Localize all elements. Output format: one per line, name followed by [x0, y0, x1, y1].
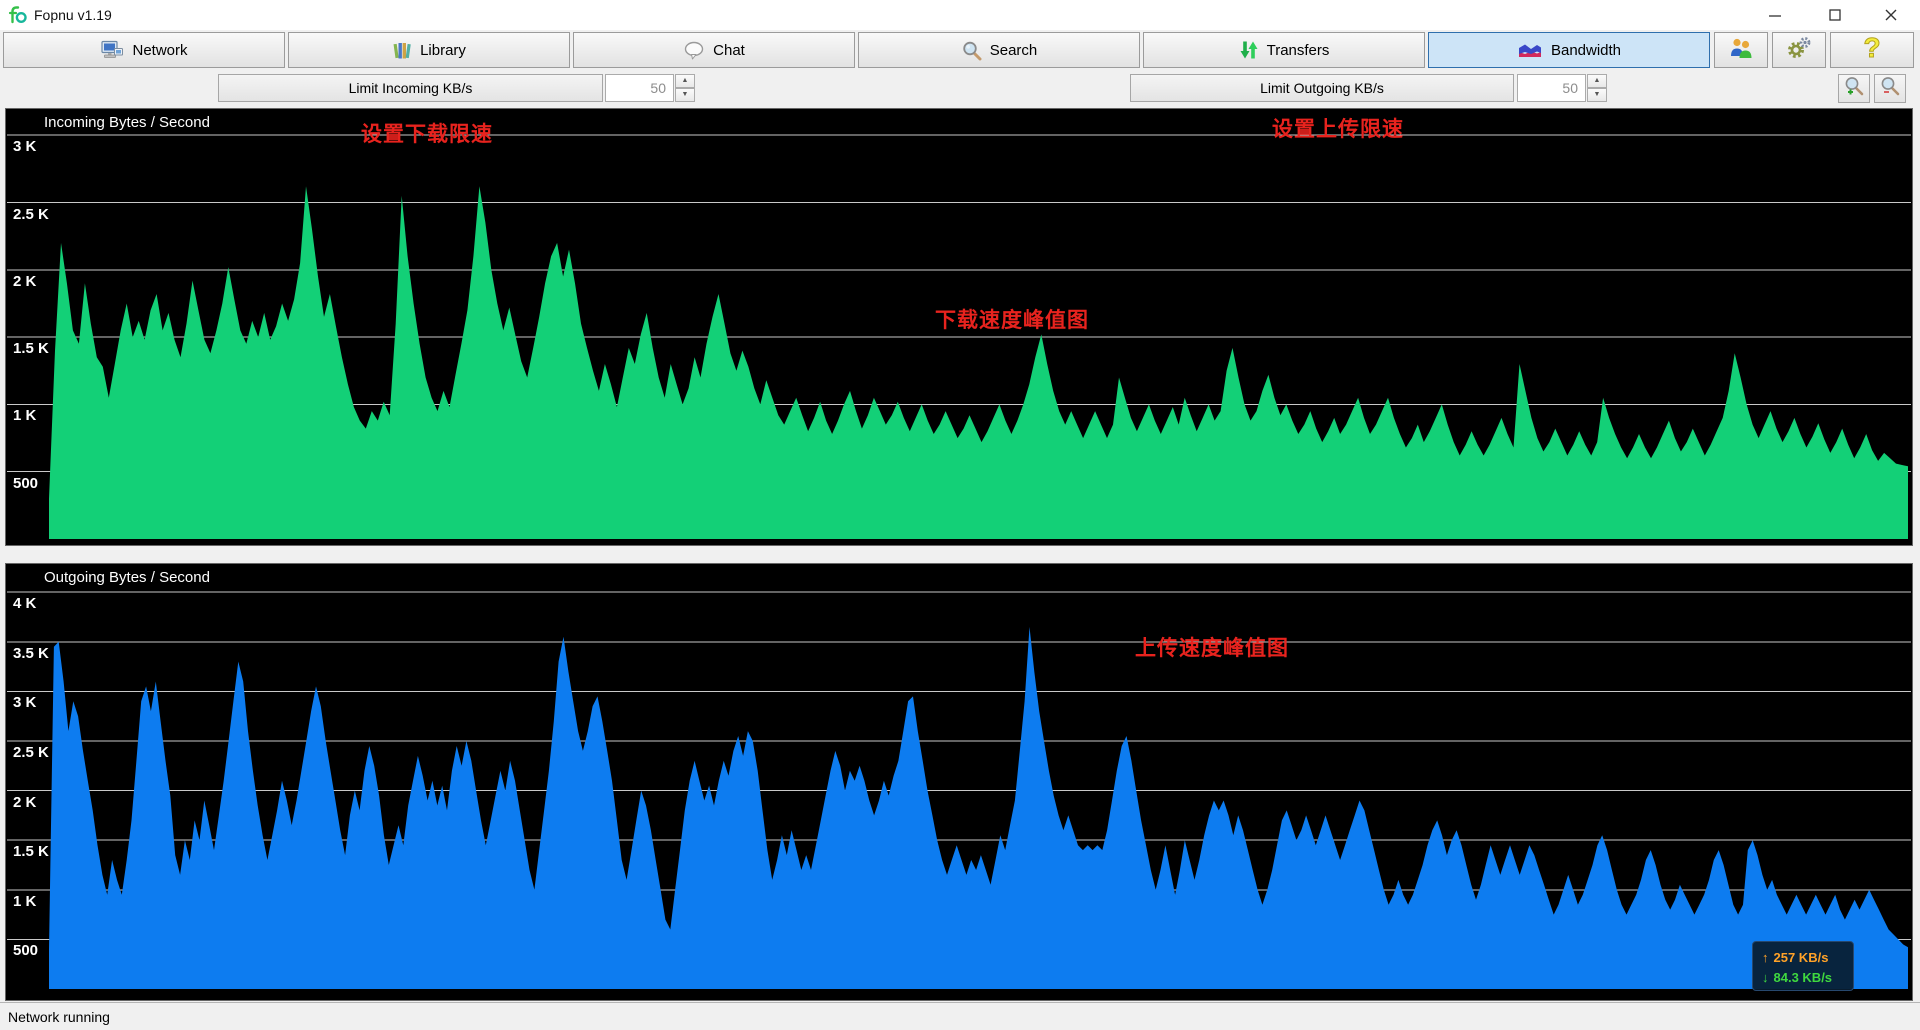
settings-button[interactable]: [1772, 32, 1826, 68]
tab-label: Transfers: [1267, 42, 1330, 59]
incoming-chart-title: Incoming Bytes / Second: [44, 114, 210, 131]
maximize-button[interactable]: [1812, 0, 1858, 30]
outgoing-chart-title: Outgoing Bytes / Second: [44, 569, 210, 586]
y-axis-label: 4 K: [13, 595, 36, 612]
help-button[interactable]: ?: [1830, 32, 1914, 68]
tab-label: Library: [420, 42, 466, 59]
zoom-out-button[interactable]: [1874, 74, 1906, 103]
y-axis-label: 1.5 K: [13, 340, 49, 357]
limit-incoming-button[interactable]: Limit Incoming KB/s: [218, 74, 603, 102]
y-axis-label: 2.5 K: [13, 206, 49, 223]
tab-label: Chat: [713, 42, 745, 59]
incoming-spinner-down[interactable]: ▼: [675, 88, 695, 102]
tab-search[interactable]: Search: [858, 32, 1140, 68]
tab-library[interactable]: Library: [288, 32, 570, 68]
y-axis-label: 3 K: [13, 138, 36, 155]
status-bar: Network running: [0, 1002, 1920, 1030]
gear-icon: [1786, 36, 1812, 65]
y-axis-label: 1 K: [13, 407, 36, 424]
speed-tooltip: ↑ 257 KB/s ↓ 84.3 KB/s: [1752, 941, 1854, 991]
outgoing-spinner-down[interactable]: ▼: [1587, 88, 1607, 102]
zoom-in-icon: [1843, 75, 1865, 102]
svg-text:?: ?: [1863, 33, 1880, 63]
tab-chat[interactable]: Chat: [573, 32, 855, 68]
y-axis-label: 3 K: [13, 694, 36, 711]
zoom-in-button[interactable]: [1838, 74, 1870, 103]
download-speed-value: 84.3 KB/s: [1774, 970, 1833, 985]
bandwidth-toolbar: Limit Incoming KB/s 50 ▲ ▼ Limit Outgoin…: [0, 72, 1920, 106]
y-axis-label: 2 K: [13, 794, 36, 811]
upload-arrow-icon: ↑: [1762, 950, 1769, 965]
annotation-upload-peak-graph: 上传速度峰值图: [1135, 632, 1289, 662]
annotation-download-peak-graph: 下载速度峰值图: [935, 304, 1089, 334]
tab-label: Search: [990, 42, 1038, 59]
tab-bandwidth[interactable]: Bandwidth: [1428, 32, 1710, 68]
app-logo-icon: [8, 5, 28, 25]
tab-label: Network: [132, 42, 187, 59]
bandwidth-area-series: [49, 627, 1908, 989]
chat-bubble-icon: [683, 41, 705, 60]
y-axis-label: 3.5 K: [13, 645, 49, 662]
tab-transfers[interactable]: Transfers: [1143, 32, 1425, 68]
minimize-button[interactable]: [1752, 0, 1798, 30]
users-icon: [1728, 37, 1754, 64]
users-button[interactable]: [1714, 32, 1768, 68]
y-axis-label: 2.5 K: [13, 744, 49, 761]
close-button[interactable]: [1868, 0, 1914, 30]
limit-outgoing-button[interactable]: Limit Outgoing KB/s: [1130, 74, 1514, 102]
limit-incoming-input[interactable]: 50: [605, 74, 674, 102]
bandwidth-area-series: [49, 186, 1908, 539]
y-axis-label: 500: [13, 942, 38, 959]
tab-network[interactable]: Network: [3, 32, 285, 68]
limit-outgoing-input[interactable]: 50: [1517, 74, 1586, 102]
download-arrow-icon: ↓: [1762, 970, 1769, 985]
search-icon: [961, 40, 982, 61]
library-icon: [392, 40, 412, 60]
zoom-out-icon: [1879, 75, 1901, 102]
fopnu-window: Fopnu v1.19 Network: [0, 0, 1920, 1030]
y-axis-label: 2 K: [13, 273, 36, 290]
status-text: Network running: [8, 1009, 110, 1025]
outgoing-area-plot: [6, 564, 1912, 1000]
question-mark-icon: ?: [1860, 33, 1884, 68]
window-title: Fopnu v1.19: [34, 7, 112, 23]
y-axis-label: 1.5 K: [13, 843, 49, 860]
annotation-set-upload-limit: 设置上传限速: [1272, 113, 1404, 143]
transfers-arrows-icon: [1239, 40, 1259, 60]
title-bar: Fopnu v1.19: [0, 0, 1920, 30]
y-axis-label: 1 K: [13, 893, 36, 910]
bandwidth-wave-icon: [1517, 41, 1543, 59]
upload-speed-value: 257 KB/s: [1774, 950, 1829, 965]
outgoing-spinner-up[interactable]: ▲: [1587, 74, 1607, 88]
network-icon: [100, 40, 124, 60]
incoming-spinner-up[interactable]: ▲: [675, 74, 695, 88]
y-axis-label: 500: [13, 475, 38, 492]
outgoing-bandwidth-chart[interactable]: Outgoing Bytes / Second 4 K 3.5 K 3 K 2.5 K…: [5, 563, 1913, 1001]
tab-label: Bandwidth: [1551, 42, 1621, 59]
main-tab-bar: Network Library Chat: [0, 31, 1920, 72]
annotation-set-download-limit: 设置下载限速: [361, 118, 493, 148]
